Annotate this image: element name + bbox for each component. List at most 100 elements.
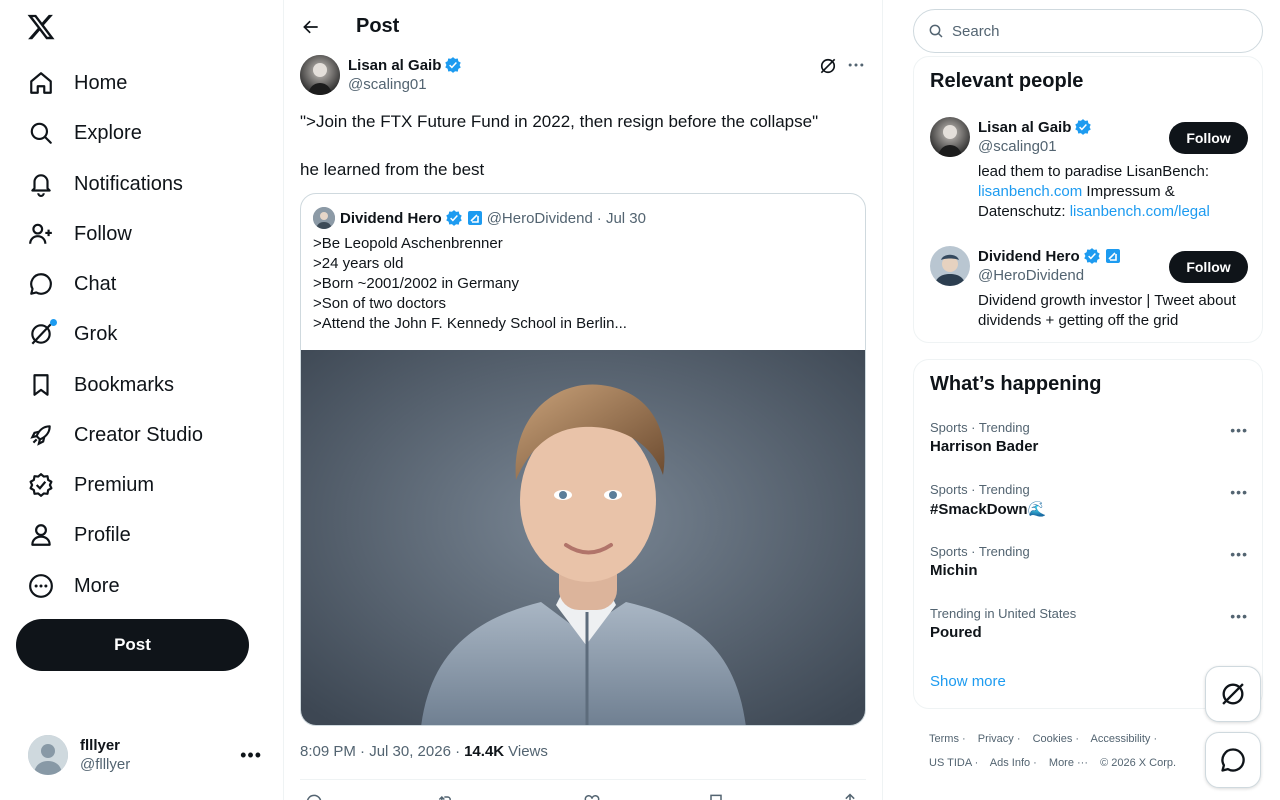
post-author: Lisan al Gaib @scaling01 xyxy=(300,55,866,97)
page-title: Post xyxy=(356,15,400,37)
nav-notifications[interactable]: Notifications xyxy=(16,161,195,207)
person-handle: @HeroDividend xyxy=(978,267,1085,284)
footer-link[interactable]: Privacy · xyxy=(978,733,1021,745)
bookmark-icon[interactable] xyxy=(706,792,730,800)
account-switcher[interactable]: flllyer @flllyer ••• xyxy=(16,725,274,785)
views-label: Views xyxy=(508,743,548,760)
repost-icon[interactable] xyxy=(436,792,460,800)
search-box[interactable] xyxy=(913,9,1263,53)
follow-button[interactable]: Follow xyxy=(1169,122,1248,154)
relevant-people-card: Relevant people Lisan al Gaib @scaling01… xyxy=(913,56,1263,343)
show-more-link[interactable]: Show more xyxy=(930,673,1006,690)
chat-floating-button[interactable] xyxy=(1205,732,1261,788)
footer-link[interactable]: Ads Info · xyxy=(990,757,1037,769)
author-avatar[interactable] xyxy=(300,55,340,95)
avatar xyxy=(28,735,68,775)
nav-label: Creator Studio xyxy=(74,423,203,446)
footer-link[interactable]: Cookies · xyxy=(1033,733,1079,745)
quote-avatar xyxy=(313,207,335,229)
like-icon[interactable] xyxy=(582,792,606,800)
trend-item[interactable]: Trending in United States Poured ••• xyxy=(930,606,1248,656)
share-icon[interactable] xyxy=(840,792,864,800)
trend-item[interactable]: Sports · Trending Harrison Bader ••• xyxy=(930,420,1248,470)
person-bio: Dividend growth investor | Tweet about d… xyxy=(978,292,1236,329)
more-icon[interactable]: ••• xyxy=(1230,422,1248,438)
chat-bubble-icon xyxy=(1221,748,1245,772)
grok-floating-button[interactable] xyxy=(1205,666,1261,722)
nav-chat[interactable]: Chat xyxy=(16,261,128,307)
nav-label: Home xyxy=(74,71,128,94)
nav-follow[interactable]: Follow xyxy=(16,211,144,257)
bio-link[interactable]: lisanbench.com xyxy=(978,183,1082,200)
nav-home[interactable]: Home xyxy=(16,60,139,106)
post-button[interactable]: Post xyxy=(16,619,249,671)
post-metadata: 8:09 PM · Jul 30, 2026 · 14.4K Views xyxy=(300,743,548,760)
more-icon[interactable]: ••• xyxy=(1230,484,1248,500)
quote-photo[interactable] xyxy=(301,350,865,725)
avatar[interactable] xyxy=(930,117,970,157)
person-name[interactable]: Lisan al Gaib xyxy=(978,119,1071,136)
nav-creator-studio[interactable]: Creator Studio xyxy=(16,412,215,458)
verified-icon xyxy=(1083,248,1100,264)
follow-button[interactable]: Follow xyxy=(1169,251,1248,283)
trend-title: #SmackDown🌊 xyxy=(930,501,1047,518)
nav-label: Premium xyxy=(74,473,155,496)
bio-link[interactable]: lisanbench.com/legal xyxy=(1070,203,1210,220)
author-name-row[interactable]: Lisan al Gaib xyxy=(348,56,462,74)
verified-icon xyxy=(445,57,462,73)
trend-title: Poured xyxy=(930,624,982,641)
nav-premium[interactable]: Premium xyxy=(16,462,166,508)
footer-link[interactable]: US TIDA · xyxy=(929,757,978,769)
person-bio: lead them to paradise LisanBench: lisanb… xyxy=(978,162,1242,222)
quote-author-name: Dividend Hero xyxy=(340,209,442,227)
post-timestamp[interactable]: 8:09 PM · Jul 30, 2026 · xyxy=(300,743,460,760)
trend-category: Sports · Trending xyxy=(930,420,1030,435)
x-logo-icon[interactable] xyxy=(26,12,58,44)
back-arrow-icon[interactable] xyxy=(294,10,328,44)
trend-category: Sports · Trending xyxy=(930,544,1030,559)
author-name[interactable]: Lisan al Gaib xyxy=(348,57,441,74)
trend-item[interactable]: Sports · Trending Michin ••• xyxy=(930,544,1248,594)
rocket-icon xyxy=(28,422,54,448)
nav-label: Profile xyxy=(74,523,131,546)
nav-label: Follow xyxy=(74,222,132,245)
trend-item[interactable]: Sports · Trending #SmackDown🌊 ••• xyxy=(930,482,1248,532)
nav-bookmarks[interactable]: Bookmarks xyxy=(16,362,186,408)
person-name-row[interactable]: Lisan al Gaib xyxy=(978,118,1092,136)
right-sidebar: Relevant people Lisan al Gaib @scaling01… xyxy=(883,0,1280,800)
search-input[interactable] xyxy=(952,22,1232,40)
more-options-icon[interactable] xyxy=(846,55,866,75)
footer-link[interactable]: Terms · xyxy=(929,733,966,745)
person-item[interactable]: Lisan al Gaib @scaling01 lead them to pa… xyxy=(930,117,1248,227)
quoted-post[interactable]: Dividend Hero @HeroDividend · Jul 30 >Be… xyxy=(300,193,866,726)
more-icon[interactable]: ••• xyxy=(240,745,262,766)
trend-category: Trending in United States xyxy=(930,606,1077,621)
reply-icon[interactable] xyxy=(304,792,328,800)
person-name-row[interactable]: Dividend Hero xyxy=(978,247,1121,265)
notification-dot xyxy=(50,319,57,326)
person-name[interactable]: Dividend Hero xyxy=(978,248,1080,265)
home-icon xyxy=(28,70,54,96)
nav-profile[interactable]: Profile xyxy=(16,512,143,558)
whats-happening-card: What’s happening Sports · Trending Harri… xyxy=(913,359,1263,709)
more-icon[interactable]: ••• xyxy=(1230,546,1248,562)
post-text-line: he learned from the best xyxy=(300,160,485,179)
footer-link[interactable]: Accessibility · xyxy=(1091,733,1158,745)
footer-link[interactable]: More ··· xyxy=(1049,757,1088,769)
more-icon[interactable]: ••• xyxy=(1230,608,1248,624)
author-handle[interactable]: @scaling01 xyxy=(348,76,427,93)
more-circle-icon xyxy=(28,573,54,599)
quote-date: · Jul 30 xyxy=(596,209,646,227)
avatar[interactable] xyxy=(930,246,970,286)
nav-grok[interactable]: Grok xyxy=(16,311,129,357)
nav-explore[interactable]: Explore xyxy=(16,110,154,156)
nav-label: Notifications xyxy=(74,172,183,195)
person-item[interactable]: Dividend Hero @HeroDividend Dividend gro… xyxy=(930,246,1248,332)
nav-more[interactable]: More xyxy=(16,563,132,609)
nav-label: Bookmarks xyxy=(74,373,175,396)
section-title: Relevant people xyxy=(930,70,1084,92)
grok-icon[interactable] xyxy=(818,56,838,76)
quote-text: >Be Leopold Aschenbrenner >24 years old … xyxy=(313,234,627,334)
section-title: What’s happening xyxy=(930,373,1102,395)
post-actions xyxy=(300,779,866,800)
